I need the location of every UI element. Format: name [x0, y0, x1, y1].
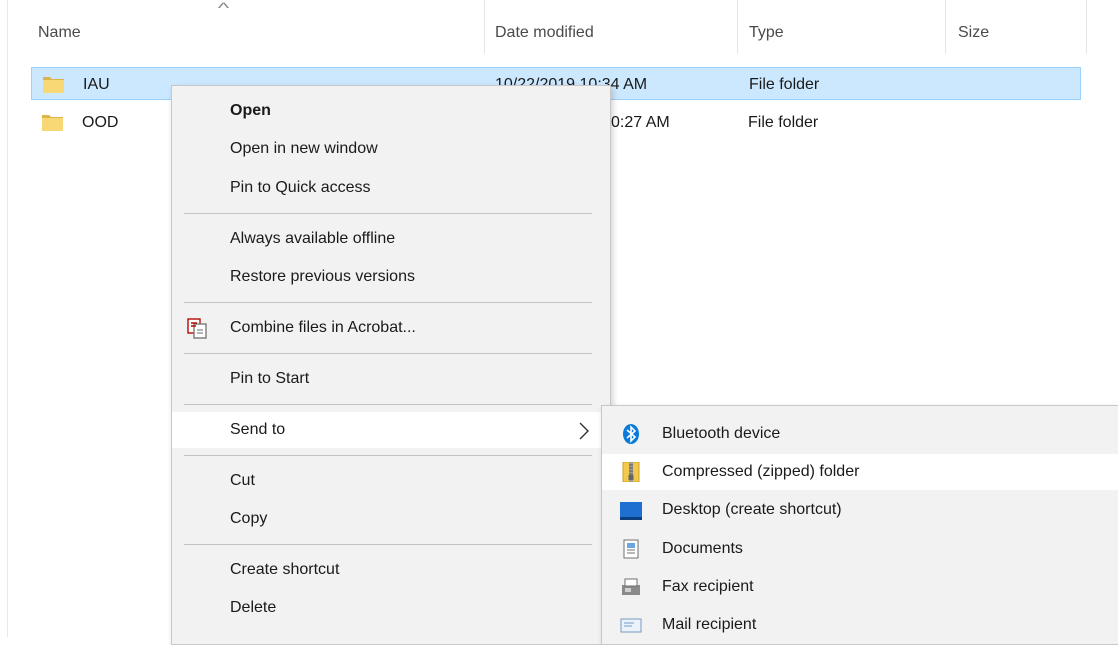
menu-item-delete[interactable]: Delete — [172, 590, 610, 626]
column-divider[interactable] — [1086, 0, 1087, 54]
menu-item-combine-acrobat[interactable]: Combine files in Acrobat... — [172, 310, 610, 346]
column-header-size[interactable]: Size — [958, 24, 989, 42]
menu-item-open[interactable]: Open — [172, 93, 610, 129]
menu-item-open-new-window[interactable]: Open in new window — [172, 131, 610, 167]
folder-icon — [42, 115, 63, 131]
submenu-item-label: Compressed (zipped) folder — [662, 463, 860, 480]
bluetooth-icon — [623, 424, 639, 444]
submenu-item-documents[interactable]: Documents — [602, 531, 1118, 567]
file-type: File folder — [748, 114, 819, 131]
menu-item-label: Pin to Start — [230, 370, 310, 387]
file-name: IAU — [83, 76, 110, 93]
menu-separator — [184, 455, 592, 456]
submenu-item-label: Bluetooth device — [662, 425, 781, 442]
folder-icon — [43, 77, 64, 93]
menu-separator — [184, 404, 592, 405]
sort-ascending-icon[interactable]: ^ — [218, 0, 229, 17]
documents-icon — [623, 539, 639, 559]
column-header-name[interactable]: Name — [38, 24, 81, 42]
submenu-item-bluetooth[interactable]: Bluetooth device — [602, 416, 1118, 452]
submenu-item-fax[interactable]: Fax recipient — [602, 569, 1118, 605]
column-divider[interactable] — [484, 0, 485, 54]
column-header-type[interactable]: Type — [749, 24, 784, 42]
acrobat-combine-icon — [187, 318, 207, 339]
menu-item-cut[interactable]: Cut — [172, 463, 610, 499]
window-left-edge — [7, 0, 8, 637]
context-menu: Open Open in new window Pin to Quick acc… — [171, 85, 611, 645]
menu-item-label: Pin to Quick access — [230, 179, 371, 196]
menu-item-label: Copy — [230, 510, 268, 527]
file-type: File folder — [749, 76, 820, 93]
menu-item-label: Restore previous versions — [230, 268, 415, 285]
menu-item-label: Delete — [230, 599, 277, 616]
submenu-item-compressed-folder[interactable]: Compressed (zipped) folder — [602, 454, 1118, 490]
menu-item-copy[interactable]: Copy — [172, 501, 610, 537]
submenu-item-mail[interactable]: Mail recipient — [602, 607, 1118, 643]
menu-item-label: Always available offline — [230, 230, 396, 247]
submenu-item-label: Documents — [662, 540, 743, 557]
menu-item-pin-start[interactable]: Pin to Start — [172, 361, 610, 397]
menu-item-label: Open — [230, 102, 271, 119]
menu-item-restore-versions[interactable]: Restore previous versions — [172, 259, 610, 295]
menu-item-always-offline[interactable]: Always available offline — [172, 221, 610, 257]
zip-folder-icon — [622, 462, 640, 482]
menu-separator — [184, 544, 592, 545]
submenu-item-label: Fax recipient — [662, 578, 754, 595]
menu-separator — [184, 213, 592, 214]
menu-item-label: Combine files in Acrobat... — [230, 319, 416, 336]
menu-item-label: Send to — [230, 421, 286, 438]
file-name: OOD — [82, 114, 119, 131]
submenu-item-label: Mail recipient — [662, 616, 757, 633]
column-divider[interactable] — [945, 0, 946, 54]
menu-item-create-shortcut[interactable]: Create shortcut — [172, 552, 610, 588]
submenu-item-desktop[interactable]: Desktop (create shortcut) — [602, 492, 1118, 528]
chevron-right-icon — [579, 422, 589, 440]
fax-icon — [622, 578, 640, 595]
menu-separator — [184, 302, 592, 303]
menu-item-label: Open in new window — [230, 140, 378, 157]
menu-separator — [184, 353, 592, 354]
mail-icon — [620, 618, 642, 633]
menu-item-label: Cut — [230, 472, 255, 489]
desktop-icon — [620, 502, 642, 520]
menu-item-pin-quick-access[interactable]: Pin to Quick access — [172, 170, 610, 206]
column-header-date-modified[interactable]: Date modified — [495, 24, 594, 42]
file-date-modified: 0:27 AM — [611, 114, 670, 131]
column-divider[interactable] — [737, 0, 738, 54]
menu-item-send-to[interactable]: Send to — [172, 412, 610, 448]
submenu-item-label: Desktop (create shortcut) — [662, 501, 842, 518]
menu-item-label: Create shortcut — [230, 561, 340, 578]
send-to-submenu: Bluetooth device Compressed (zipped) fol… — [601, 405, 1118, 645]
